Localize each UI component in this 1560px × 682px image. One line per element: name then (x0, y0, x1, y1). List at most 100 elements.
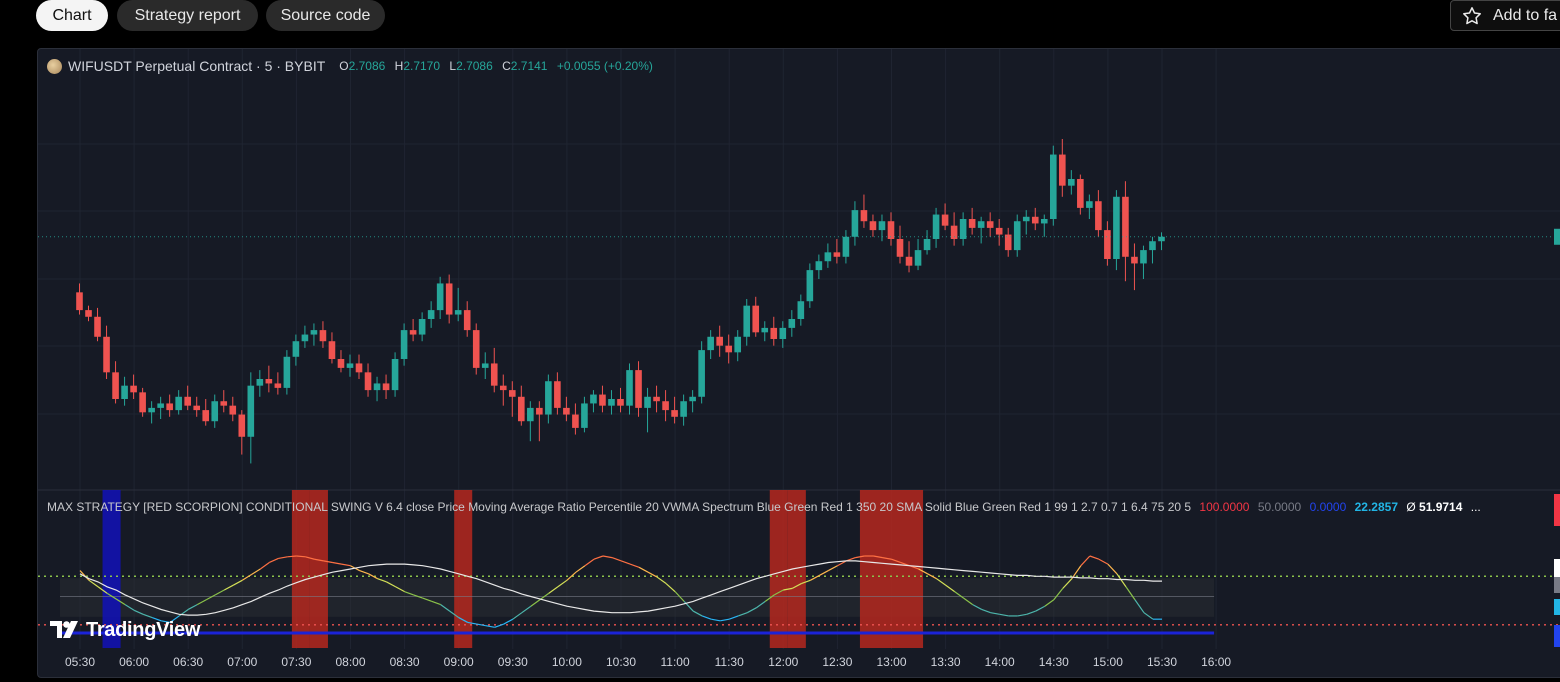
oscillator-segment-64 (647, 571, 658, 578)
time-tick-label: 10:00 (551, 655, 582, 669)
candle-body-2 (94, 316, 101, 337)
tradingview-logo[interactable]: TradingView (50, 619, 200, 641)
time-tick-label: 14:30 (1038, 655, 1069, 669)
add-to-favorites-button[interactable]: Add to fa (1450, 0, 1560, 31)
candle-body-66 (671, 410, 678, 417)
candle-body-95 (932, 214, 940, 239)
time-tick-label: 13:00 (876, 655, 907, 669)
candle-body-76 (761, 327, 769, 333)
time-tick-label: 12:00 (768, 655, 799, 669)
oscillator-segment-112 (1080, 555, 1091, 567)
candle-body-42 (454, 310, 462, 315)
candle-body-75 (752, 305, 760, 333)
low-value: 2.7086 (456, 59, 493, 73)
oscillator-segment-58 (593, 555, 604, 560)
indicator-scale-swatch-0 (1554, 494, 1560, 526)
candle-body-38 (418, 319, 426, 335)
oscillator-segment-83 (819, 570, 829, 576)
tab-chart[interactable]: Chart (36, 0, 108, 31)
candle-body-67 (680, 401, 687, 417)
time-tick-label: 15:00 (1092, 655, 1123, 669)
tradingview-logo-icon (50, 621, 78, 638)
candle-body-35 (391, 359, 399, 391)
candle-body-30 (346, 363, 354, 368)
time-tick-label: 15:30 (1146, 655, 1178, 669)
candle-body-28 (328, 341, 336, 359)
oscillator-segment-30 (341, 563, 351, 567)
candle-body-63 (644, 396, 651, 408)
candle-body-113 (1095, 201, 1102, 231)
indicator-legend[interactable]: MAX STRATEGY [RED SCORPION] CONDITIONAL … (47, 500, 1481, 514)
candle-body-62 (635, 370, 642, 408)
oscillator-segment-20 (250, 568, 261, 576)
oscillator-segment-48 (503, 618, 514, 625)
tab-source-code[interactable]: Source code (266, 0, 385, 31)
candle-body-34 (382, 383, 390, 391)
candle-body-17 (229, 405, 237, 415)
candle-body-102 (995, 227, 1003, 235)
symbol-title[interactable]: WIFUSDT Perpetual Contract · 5 · BYBIT (68, 58, 325, 74)
candle-body-49 (518, 396, 525, 422)
oscillator-segment-24 (287, 555, 297, 558)
change-value: +0.0055 (+0.20%) (556, 59, 653, 73)
candle-body-53 (554, 381, 561, 408)
indicator-more[interactable]: ... (1471, 500, 1481, 514)
time-tick-label: 06:00 (119, 655, 150, 669)
oscillator-segment-60 (611, 557, 622, 562)
candle-body-110 (1068, 179, 1075, 186)
time-tick-label: 08:30 (389, 655, 420, 669)
time-tick-label: 07:00 (227, 655, 258, 669)
oscillator-segment-95 (927, 573, 937, 580)
candle-body-77 (770, 327, 778, 339)
tab-strategy-report[interactable]: Strategy report (117, 0, 258, 31)
candle-body-52 (545, 381, 552, 415)
candle-body-3 (103, 336, 110, 373)
close-key: C (502, 59, 511, 73)
candle-body-86 (851, 210, 859, 237)
time-tick-label: 08:00 (335, 655, 366, 669)
candle-body-92 (905, 256, 913, 266)
candle-body-0 (76, 292, 83, 311)
candle-body-111 (1077, 179, 1084, 208)
candle-body-105 (1022, 216, 1030, 222)
candle-body-13 (193, 405, 201, 411)
candle-body-31 (355, 363, 363, 373)
oscillator-segment-23 (278, 556, 288, 560)
candle-body-78 (779, 327, 787, 339)
candle-body-8 (148, 407, 155, 413)
candle-body-91 (896, 239, 904, 257)
candle-body-80 (797, 301, 805, 319)
candle-body-57 (590, 394, 597, 404)
candle-body-70 (707, 336, 714, 351)
indicator-scale-swatch-1 (1554, 559, 1560, 577)
candle-body-89 (878, 221, 886, 231)
oscillator-segment-114 (1098, 558, 1109, 565)
coin-logo-icon (47, 58, 62, 74)
indicator-title[interactable]: MAX STRATEGY [RED SCORPION] CONDITIONAL … (47, 500, 1191, 514)
candle-body-116 (1122, 196, 1129, 257)
candle-body-33 (373, 383, 381, 391)
chart-panel[interactable]: WIFUSDT Perpetual Contract · 5 · BYBIT O… (37, 48, 1560, 678)
chart-canvas[interactable] (38, 49, 1560, 678)
candle-body-37 (409, 330, 417, 335)
oscillator-segment-113 (1089, 555, 1100, 560)
candle-body-94 (923, 239, 931, 251)
candle-body-22 (274, 383, 282, 388)
candle-body-99 (968, 219, 976, 228)
candle-body-39 (427, 310, 435, 319)
time-tick-label: 14:00 (984, 655, 1015, 669)
candle-body-4 (112, 372, 119, 399)
candle-body-10 (166, 403, 173, 411)
candle-body-87 (860, 210, 868, 222)
candle-body-118 (1140, 250, 1147, 264)
candle-body-5 (121, 385, 128, 399)
candle-body-23 (283, 356, 291, 388)
candle-body-98 (959, 219, 967, 239)
candle-body-72 (725, 345, 732, 353)
time-axis[interactable]: 05:30 06:00 06:30 07:00 07:30 08:00 08:30 09:00… (38, 649, 1560, 677)
open-value: 2.7086 (348, 59, 386, 73)
indicator-value-cyan: 22.2857 (1354, 500, 1398, 514)
candle-body-40 (436, 283, 444, 311)
candle-body-15 (211, 401, 219, 422)
candle-body-56 (581, 403, 588, 428)
